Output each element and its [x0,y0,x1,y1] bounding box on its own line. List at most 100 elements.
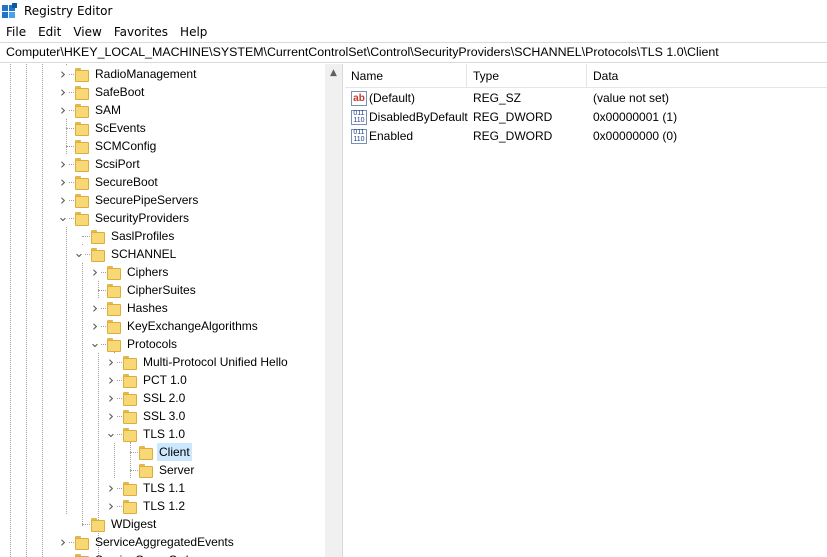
collapse-chevron-icon[interactable]: ⌄ [57,209,69,227]
tree-node-tls-1-1[interactable]: TLS 1.1 [122,479,187,497]
expand-chevron-icon[interactable]: › [105,371,117,389]
column-header-type[interactable]: Type [467,64,586,88]
tree-connector-line [82,524,90,525]
expand-chevron-icon[interactable]: › [89,317,101,335]
tree-node-label: WDigest [111,517,157,531]
expand-chevron-icon[interactable]: › [105,407,117,425]
key-tree-pane[interactable]: › RadioManagement › SafeBoot › SAM ScEvents SCM… [0,64,343,557]
tree-node-securepipeservers[interactable]: SecurePipeServers [74,191,200,209]
expand-chevron-icon[interactable]: › [57,155,69,173]
tree-node-securityproviders[interactable]: SecurityProviders [74,209,191,227]
tree-node-protocols[interactable]: Protocols [106,335,179,353]
value-row[interactable]: 011 110 DisabledByDefault REG_DWORD 0x000… [345,108,827,127]
value-data: (value not set) [593,91,670,105]
values-pane[interactable]: Name Type Data ab (Default) REG_SZ (valu… [345,64,827,557]
menu-file[interactable]: File [0,22,32,42]
value-name: Enabled [369,129,414,143]
tree-connector-line [42,64,43,557]
tree-node-ciphersuites[interactable]: CipherSuites [106,281,198,299]
tree-node-scevents[interactable]: ScEvents [74,119,148,137]
menu-edit[interactable]: Edit [32,22,67,42]
tree-node-radiomanagement[interactable]: RadioManagement [74,65,198,83]
value-row[interactable]: 011 110 Enabled REG_DWORD 0x00000000 (0) [345,127,827,146]
tree-node-label: PCT 1.0 [143,373,187,387]
tree-connector-line [66,128,74,129]
tree-node-servicegrouporder[interactable]: ServiceGroupOrder [74,551,201,557]
tree-node-ssl-3-0[interactable]: SSL 3.0 [122,407,187,425]
tree-node-label: SecurePipeServers [95,193,199,207]
expand-chevron-icon[interactable]: › [57,551,69,557]
tree-node-scmconfig[interactable]: SCMConfig [74,137,158,155]
tree-node-label: Ciphers [127,265,169,279]
folder-icon [90,229,105,244]
tree-node-ciphers[interactable]: Ciphers [106,263,170,281]
folder-icon [74,553,89,557]
tree-connector-line [98,290,106,291]
collapse-chevron-icon[interactable]: ⌄ [73,245,85,263]
folder-icon [122,427,137,442]
expand-chevron-icon[interactable]: › [57,83,69,101]
tree-node-label: SAM [95,103,122,117]
tree-node-saslprofiles[interactable]: SaslProfiles [90,227,176,245]
scroll-up-arrow-icon[interactable]: ▲ [325,64,342,81]
expand-chevron-icon[interactable]: › [57,65,69,83]
tree-node-label: Multi-Protocol Unified Hello [143,355,288,369]
expand-chevron-icon[interactable]: › [57,101,69,119]
expand-chevron-icon[interactable]: › [57,533,69,551]
expand-chevron-icon[interactable]: › [105,497,117,515]
list-header: Name Type Data [345,64,827,88]
tree-node-pct-1-0[interactable]: PCT 1.0 [122,371,189,389]
folder-icon [74,175,89,190]
expand-chevron-icon[interactable]: › [89,263,101,281]
menu-favorites[interactable]: Favorites [108,22,174,42]
column-header-data[interactable]: Data [587,64,827,88]
tree-node-label: TLS 1.1 [143,481,186,495]
value-row[interactable]: ab (Default) REG_SZ (value not set) [345,89,827,108]
tree-node-label: ScsiPort [95,157,140,171]
collapse-chevron-icon[interactable]: ⌄ [89,335,101,353]
expand-chevron-icon[interactable]: › [89,299,101,317]
address-bar[interactable]: Computer\HKEY_LOCAL_MACHINE\SYSTEM\Curre… [0,42,827,63]
tree-node-label: ScEvents [95,121,146,135]
tree-node-sam[interactable]: SAM [74,101,123,119]
tree-scrollbar[interactable]: ▲ [325,64,342,557]
folder-icon [122,355,137,370]
tree-node-serviceaggregatedevents[interactable]: ServiceAggregatedEvents [74,533,236,551]
tree-node-schannel[interactable]: SCHANNEL [90,245,178,263]
folder-icon [74,67,89,82]
tree-node-secureboot[interactable]: SecureBoot [74,173,160,191]
collapse-chevron-icon[interactable]: ⌄ [105,425,117,443]
tree-node-safeboot[interactable]: SafeBoot [74,83,146,101]
string-value-icon: ab [351,91,367,106]
tree-node-label: SCHANNEL [111,247,177,261]
tree-node-keyexchangealgorithms[interactable]: KeyExchangeAlgorithms [106,317,260,335]
tree-node-server[interactable]: Server [138,461,196,479]
tree-node-scsiport[interactable]: ScsiPort [74,155,142,173]
menu-view[interactable]: View [67,22,107,42]
menu-help[interactable]: Help [174,22,213,42]
folder-icon [122,409,137,424]
tree-connector-line [82,244,83,526]
tree-node-label: CipherSuites [127,283,196,297]
folder-icon [74,193,89,208]
tree-node-multi-protocol-unified-hello[interactable]: Multi-Protocol Unified Hello [122,353,290,371]
expand-chevron-icon[interactable]: › [105,389,117,407]
window-title: Registry Editor [24,4,113,18]
folder-icon [74,211,89,226]
folder-icon [106,265,121,280]
tree-node-label: Hashes [127,301,168,315]
tree-node-ssl-2-0[interactable]: SSL 2.0 [122,389,187,407]
expand-chevron-icon[interactable]: › [105,353,117,371]
expand-chevron-icon[interactable]: › [57,191,69,209]
tree-node-label: Server [159,463,195,477]
tree-node-tls-1-2[interactable]: TLS 1.2 [122,497,187,515]
tree-node-tls-1-0[interactable]: TLS 1.0 [122,425,187,443]
tree-node-label: ServiceGroupOrder [93,551,201,557]
expand-chevron-icon[interactable]: › [105,479,117,497]
expand-chevron-icon[interactable]: › [57,173,69,191]
column-header-name[interactable]: Name [345,64,466,88]
tree-node-hashes[interactable]: Hashes [106,299,170,317]
key-tree[interactable]: › RadioManagement › SafeBoot › SAM ScEvents SCM… [0,64,325,557]
tree-node-client[interactable]: Client [138,443,192,461]
tree-node-wdigest[interactable]: WDigest [90,515,158,533]
